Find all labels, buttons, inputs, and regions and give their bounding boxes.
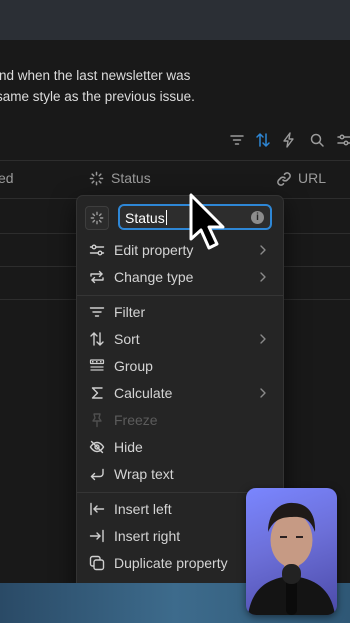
insert-right-icon	[89, 528, 105, 544]
menu-item-label: Freeze	[114, 412, 158, 428]
menu-item-label: Insert right	[114, 528, 181, 544]
filter-icon	[89, 304, 105, 320]
group-icon	[89, 358, 105, 374]
menu-item-sort[interactable]: Sort	[77, 326, 283, 353]
chevron-right-icon	[257, 243, 269, 257]
menu-item-group[interactable]: Group	[77, 353, 283, 380]
filter-icon[interactable]	[228, 131, 246, 149]
presenter-video-icon	[248, 502, 335, 615]
menu-item-label: Calculate	[114, 385, 173, 401]
property-type-button[interactable]	[85, 206, 109, 230]
menu-item-label: Edit property	[114, 242, 194, 258]
chevron-right-icon	[257, 270, 269, 284]
menu-item-label: Sort	[114, 331, 140, 347]
menu-item-label: Change type	[114, 269, 194, 285]
property-name-value: Status	[125, 210, 165, 226]
menu-item-label: Hide	[114, 439, 143, 455]
menu-item-label: Group	[114, 358, 153, 374]
page-description-line-1: ind when the last newsletter was	[0, 68, 191, 83]
menu-item-label: Insert left	[114, 501, 172, 517]
duplicate-icon	[89, 555, 105, 571]
menu-item-wrap-text[interactable]: Wrap text	[77, 461, 283, 488]
webcam-overlay	[246, 488, 337, 615]
header-top-border	[0, 160, 350, 161]
menu-item-label: Wrap text	[114, 466, 174, 482]
sort-icon[interactable]	[254, 131, 272, 149]
text-caret	[165, 210, 167, 225]
page-description-line-2: same style as the previous issue.	[0, 89, 195, 104]
column-header-url[interactable]: URL	[276, 170, 326, 186]
status-icon	[90, 211, 104, 225]
menu-item-label: Filter	[114, 304, 146, 320]
info-icon[interactable]: i	[251, 211, 264, 224]
pin-icon	[89, 412, 105, 428]
automation-icon[interactable]	[280, 131, 298, 149]
menu-item-hide[interactable]: Hide	[77, 434, 283, 461]
menu-item-label: Duplicate property	[114, 555, 228, 571]
menu-item-filter[interactable]: Filter	[77, 299, 283, 326]
property-name-row: Status i	[77, 196, 283, 240]
link-icon	[276, 171, 292, 187]
insert-left-icon	[89, 501, 105, 517]
settings-icon[interactable]	[335, 131, 350, 149]
menu-item-change-type[interactable]: Change type	[77, 264, 283, 291]
eye-off-icon	[89, 439, 105, 455]
column-header-ed[interactable]: ed	[0, 170, 14, 186]
menu-separator	[77, 295, 283, 296]
column-header-status[interactable]: Status	[89, 170, 151, 186]
sigma-icon	[89, 385, 105, 401]
window-top-bar	[0, 0, 350, 40]
sort-icon	[89, 331, 105, 347]
menu-item-freeze: Freeze	[77, 407, 283, 434]
column-label: Status	[111, 170, 151, 186]
chevron-right-icon	[257, 332, 269, 346]
status-icon	[89, 171, 104, 186]
column-label: ed	[0, 170, 14, 186]
wrap-icon	[89, 466, 105, 482]
menu-item-edit-property[interactable]: Edit property	[77, 237, 283, 264]
menu-item-calculate[interactable]: Calculate	[77, 380, 283, 407]
change-type-icon	[89, 269, 105, 285]
column-label: URL	[298, 170, 327, 186]
search-icon[interactable]	[308, 131, 326, 149]
chevron-right-icon	[257, 386, 269, 400]
sliders-icon	[89, 242, 105, 258]
mouse-cursor-icon	[189, 193, 229, 253]
